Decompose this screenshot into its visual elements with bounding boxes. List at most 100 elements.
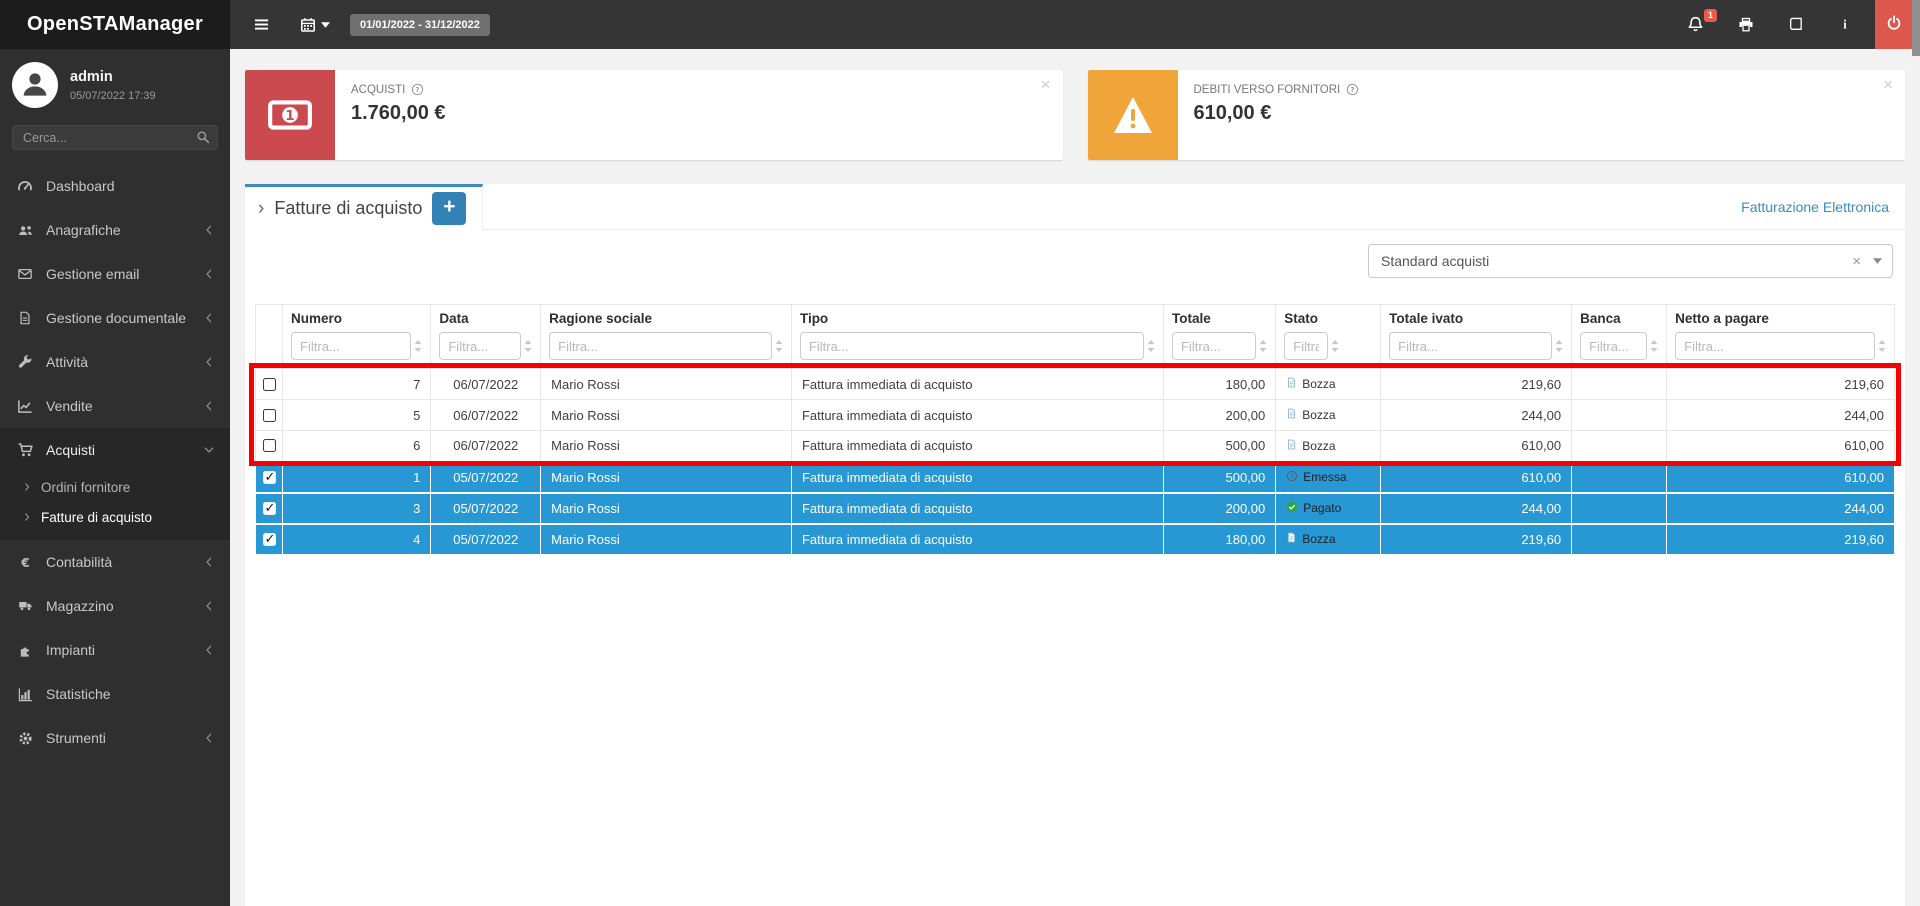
cell-stato: Bozza <box>1276 431 1381 462</box>
svg-text:€: € <box>20 555 29 569</box>
filter-input-tipo[interactable] <box>800 332 1144 360</box>
filter-input-stato[interactable] <box>1284 332 1328 360</box>
tab-title: Fatture di acquisto <box>274 198 422 219</box>
row-checkbox[interactable] <box>263 378 276 391</box>
tab-fatture-di-acquisto[interactable]: Fatture di acquisto + <box>245 184 483 230</box>
column-header-ragione-sociale[interactable]: Ragione sociale <box>549 311 783 326</box>
select-clear-icon[interactable] <box>1840 253 1873 270</box>
close-icon[interactable] <box>1041 76 1051 93</box>
cell-ragione_sociale: Mario Rossi <box>541 431 792 462</box>
question-icon[interactable]: ? <box>1346 83 1359 96</box>
logout-button[interactable] <box>1875 0 1912 49</box>
sort-icon[interactable] <box>775 340 783 352</box>
column-header-banca[interactable]: Banca <box>1580 311 1658 326</box>
sidebar-item-ordini-fornitore[interactable]: Ordini fornitore <box>0 472 230 502</box>
sidebar-item-magazzino[interactable]: Magazzino <box>0 584 230 628</box>
cell-data: 05/07/2022 <box>431 493 541 524</box>
sidebar-item-label: Gestione email <box>46 266 139 282</box>
column-header-numero[interactable]: Numero <box>291 311 422 326</box>
question-icon[interactable]: ? <box>411 83 424 96</box>
column-header-data[interactable]: Data <box>439 311 532 326</box>
print-button[interactable] <box>1730 11 1762 39</box>
filter-input-ragione-sociale[interactable] <box>549 332 772 360</box>
column-header-stato[interactable]: Stato <box>1284 311 1372 326</box>
filter-input-totale[interactable] <box>1172 332 1256 360</box>
row-checkbox[interactable] <box>263 471 276 484</box>
column-filter-banca <box>1580 332 1658 360</box>
sidebar-item-gestione-email[interactable]: Gestione email <box>0 252 230 296</box>
search-input[interactable] <box>12 125 218 150</box>
table-row[interactable]: 706/07/2022Mario RossiFattura immediata … <box>256 369 1895 400</box>
tab-content: Standard acquisti <box>245 230 1905 555</box>
sort-icon[interactable] <box>1331 340 1339 352</box>
add-record-button[interactable]: + <box>432 192 466 225</box>
row-checkbox[interactable] <box>263 502 276 515</box>
sort-icon[interactable] <box>1259 340 1267 352</box>
sidebar-item-impianti[interactable]: Impianti <box>0 628 230 672</box>
sidebar-item-label: Attività <box>46 354 88 370</box>
column-header-totale-ivato[interactable]: Totale ivato <box>1389 311 1563 326</box>
notifications-button[interactable]: 1 <box>1679 10 1712 39</box>
sidebar-item-anagrafiche[interactable]: Anagrafiche <box>0 208 230 252</box>
sidebar-item-acquisti[interactable]: Acquisti <box>0 428 230 472</box>
table-row[interactable]: 105/07/2022Mario RossiFattura immediata … <box>256 462 1895 493</box>
table-row[interactable]: 506/07/2022Mario RossiFattura immediata … <box>256 400 1895 431</box>
search-icon[interactable] <box>196 130 210 147</box>
column-totale: Totale <box>1163 305 1275 369</box>
filter-input-totale-ivato[interactable] <box>1389 332 1552 360</box>
document-icon <box>15 310 35 326</box>
column-header-checkbox <box>256 305 283 369</box>
submenu-acquisti: Ordini fornitoreFatture di acquisto <box>0 472 230 540</box>
sort-icon[interactable] <box>1147 340 1155 352</box>
power-icon <box>1886 15 1902 34</box>
filter-input-banca[interactable] <box>1580 332 1647 360</box>
manual-button[interactable] <box>1780 11 1812 38</box>
cell-stato: Bozza <box>1276 400 1381 431</box>
info-button[interactable]: i <box>1830 11 1860 38</box>
sort-icon[interactable] <box>524 340 532 352</box>
sidebar-item-gestione-documentale[interactable]: Gestione documentale <box>0 296 230 340</box>
sort-icon[interactable] <box>1555 340 1563 352</box>
sidebar-item-strumenti[interactable]: Strumenti <box>0 716 230 760</box>
filter-input-data[interactable] <box>439 332 521 360</box>
date-range-badge[interactable]: 01/01/2022 - 31/12/2022 <box>350 14 490 36</box>
app-logo[interactable]: OpenSTAManager <box>0 0 230 49</box>
close-icon[interactable] <box>1883 76 1893 93</box>
row-checkbox[interactable] <box>263 409 276 422</box>
page-scrollbar[interactable] <box>1912 0 1920 906</box>
column-header-netto-a-pagare[interactable]: Netto a pagare <box>1675 311 1886 326</box>
table-row[interactable]: 405/07/2022Mario RossiFattura immediata … <box>256 524 1895 555</box>
sort-icon[interactable] <box>414 340 422 352</box>
column-header-totale[interactable]: Totale <box>1172 311 1267 326</box>
svg-text:?: ? <box>1351 85 1355 94</box>
table-row[interactable]: 606/07/2022Mario RossiFattura immediata … <box>256 431 1895 462</box>
sort-icon[interactable] <box>1878 340 1886 352</box>
column-filter-ragione-sociale <box>549 332 783 360</box>
table-row[interactable]: 305/07/2022Mario RossiFattura immediata … <box>256 493 1895 524</box>
user-datetime: 05/07/2022 17:39 <box>70 90 156 102</box>
sort-icon[interactable] <box>1650 340 1658 352</box>
row-checkbox[interactable] <box>263 439 276 452</box>
view-filter-select[interactable]: Standard acquisti <box>1368 244 1893 278</box>
sidebar-toggle-button[interactable] <box>245 11 278 38</box>
status-label: Bozza <box>1302 439 1335 453</box>
select-caret-icon[interactable] <box>1873 258 1882 264</box>
column-header-tipo[interactable]: Tipo <box>800 311 1155 326</box>
sidebar-item-attivita[interactable]: Attività <box>0 340 230 384</box>
sidebar-item-vendite[interactable]: Vendite <box>0 384 230 428</box>
row-checkbox[interactable] <box>263 533 276 546</box>
sidebar-item-statistiche[interactable]: Statistiche <box>0 672 230 716</box>
printer-icon <box>1738 17 1754 33</box>
sidebar-item-contabilita[interactable]: €Contabilità <box>0 540 230 584</box>
sidebar-item-dashboard[interactable]: Dashboard <box>0 164 230 208</box>
scrollbar-thumb[interactable] <box>1912 0 1920 56</box>
cell-tipo: Fattura immediata di acquisto <box>791 493 1163 524</box>
calendar-button[interactable] <box>292 11 338 39</box>
filter-input-numero[interactable] <box>291 332 411 360</box>
sidebar-item-label: Vendite <box>46 398 93 414</box>
cell-numero: 5 <box>283 400 431 431</box>
sidebar-item-fatture-di-acquisto[interactable]: Fatture di acquisto <box>0 502 230 532</box>
filter-input-netto-a-pagare[interactable] <box>1675 332 1875 360</box>
cell-banca <box>1572 462 1667 493</box>
fatturazione-elettronica-link[interactable]: Fatturazione Elettronica <box>1741 199 1905 215</box>
